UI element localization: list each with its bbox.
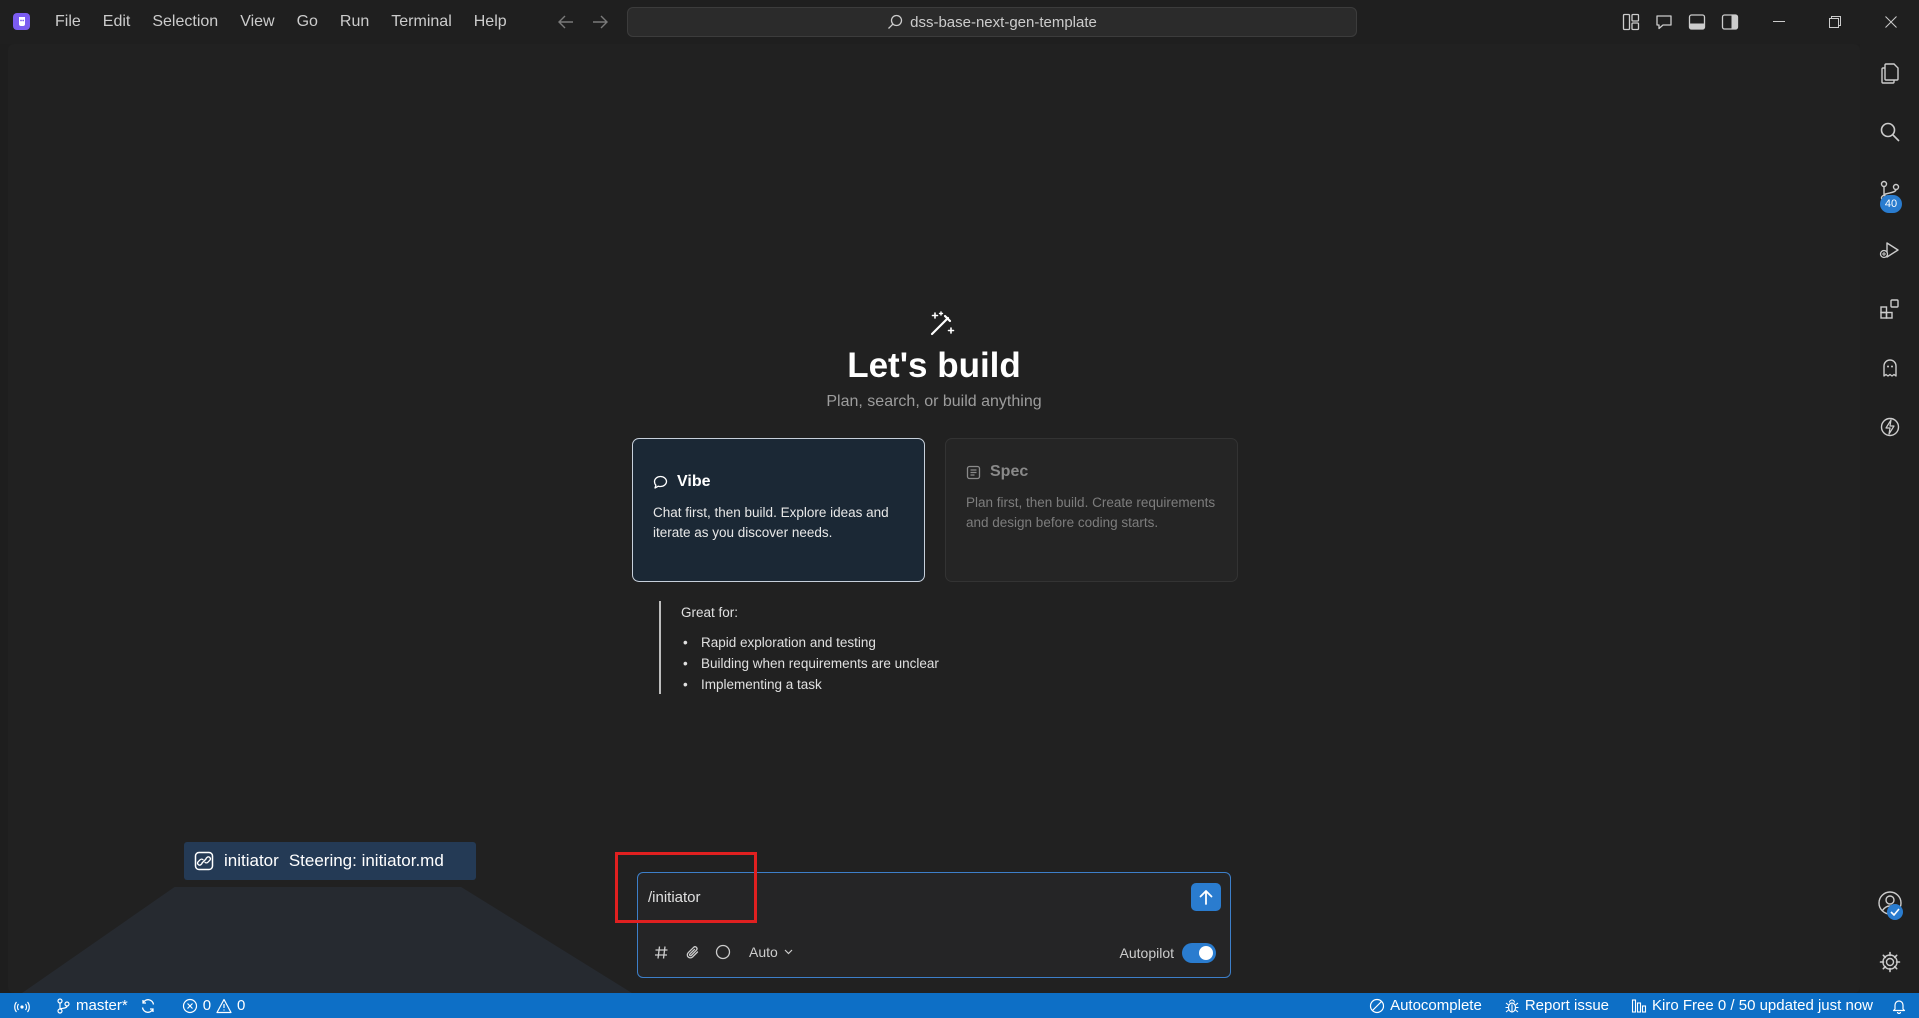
customize-layout-icon[interactable] bbox=[1620, 11, 1642, 33]
menu-terminal[interactable]: Terminal bbox=[380, 7, 462, 37]
branch-status[interactable]: master* bbox=[50, 993, 134, 1018]
vibe-card-header: Vibe bbox=[653, 473, 904, 491]
vibe-card-description: Chat first, then build. Explore ideas an… bbox=[653, 505, 889, 540]
error-icon bbox=[182, 998, 198, 1014]
spec-card-description: Plan first, then build. Create requireme… bbox=[966, 495, 1216, 530]
chevron-down-icon bbox=[784, 949, 793, 955]
status-bar-left: master* 0 0 bbox=[8, 993, 251, 1018]
search-icon bbox=[887, 14, 903, 30]
error-count: 0 bbox=[202, 997, 212, 1014]
chat-toolbar: Auto bbox=[652, 943, 793, 961]
toggle-panel-icon[interactable] bbox=[1686, 11, 1708, 33]
spec-card-header: Spec bbox=[966, 463, 1217, 481]
activity-bar bbox=[1860, 44, 1919, 993]
autopilot-label: Autopilot bbox=[1119, 945, 1174, 961]
list-item: Rapid exploration and testing bbox=[681, 632, 939, 653]
attachment-icon[interactable] bbox=[683, 943, 701, 961]
list-item: Implementing a task bbox=[681, 674, 939, 695]
magic-wand-icon bbox=[927, 309, 957, 339]
steering-suggestion-item[interactable]: initiator Steering: initiator.md bbox=[184, 842, 476, 880]
great-for-title: Great for: bbox=[681, 605, 739, 620]
report-issue-label: Report issue bbox=[1524, 997, 1610, 1014]
chat-bubble-icon bbox=[653, 475, 668, 490]
source-control-badge: 40 bbox=[1880, 195, 1902, 213]
menu-view[interactable]: View bbox=[229, 7, 285, 37]
workspace-name: dss-base-next-gen-template bbox=[910, 13, 1097, 31]
plan-usage-status[interactable]: Kiro Free 0 / 50 updated just now bbox=[1625, 993, 1879, 1018]
status-bar: master* 0 0 Autocomplete Report issue Ki… bbox=[0, 993, 1919, 1018]
notifications-bell-icon[interactable] bbox=[1885, 993, 1913, 1018]
command-center[interactable]: dss-base-next-gen-template bbox=[627, 7, 1357, 37]
run-debug-icon[interactable] bbox=[1877, 237, 1903, 263]
branch-name: master* bbox=[76, 997, 128, 1014]
plan-usage-label: Kiro Free 0 / 50 updated just now bbox=[1652, 997, 1873, 1014]
autopilot-toggle[interactable] bbox=[1182, 943, 1216, 963]
great-for-section: Great for: Rapid exploration and testing… bbox=[659, 601, 939, 695]
autocomplete-label: Autocomplete bbox=[1390, 997, 1482, 1014]
report-issue-button[interactable]: Report issue bbox=[1498, 993, 1615, 1018]
warning-icon bbox=[216, 998, 232, 1014]
usage-bars-icon bbox=[1631, 998, 1647, 1014]
menu-go[interactable]: Go bbox=[286, 7, 329, 37]
menu-help[interactable]: Help bbox=[463, 7, 518, 37]
circle-status-icon[interactable] bbox=[714, 943, 732, 961]
git-branch-icon bbox=[56, 997, 71, 1014]
menu-selection[interactable]: Selection bbox=[141, 7, 229, 37]
autocomplete-status[interactable]: Autocomplete bbox=[1363, 993, 1488, 1018]
menu-edit[interactable]: Edit bbox=[92, 7, 142, 37]
remote-icon[interactable] bbox=[8, 993, 36, 1018]
minimize-icon[interactable] bbox=[1751, 0, 1807, 44]
toggle-secondary-sidebar-icon[interactable] bbox=[1719, 11, 1741, 33]
layout-controls bbox=[1620, 11, 1741, 33]
send-button[interactable] bbox=[1191, 883, 1221, 911]
autocomplete-disabled-icon bbox=[1369, 998, 1385, 1014]
chat-toggle-icon[interactable] bbox=[1653, 11, 1675, 33]
explorer-icon[interactable] bbox=[1877, 60, 1903, 86]
vibe-card-title: Vibe bbox=[677, 473, 711, 490]
back-arrow-icon[interactable] bbox=[556, 11, 576, 33]
spec-card-title: Spec bbox=[990, 463, 1029, 480]
bug-icon bbox=[1504, 998, 1520, 1014]
forward-arrow-icon[interactable] bbox=[590, 11, 610, 33]
warning-count: 0 bbox=[237, 997, 246, 1014]
suggestion-name: initiator bbox=[224, 851, 279, 870]
menu-bar: File Edit Selection View Go Run Terminal… bbox=[44, 0, 518, 44]
problems-status[interactable]: 0 0 bbox=[176, 993, 252, 1018]
hashtag-context-icon[interactable] bbox=[652, 943, 670, 961]
extensions-icon[interactable] bbox=[1877, 296, 1903, 322]
menu-file[interactable]: File bbox=[44, 7, 92, 37]
sync-icon[interactable] bbox=[134, 993, 162, 1018]
menu-run[interactable]: Run bbox=[329, 7, 380, 37]
steering-icon bbox=[194, 851, 214, 871]
model-selector[interactable]: Auto bbox=[749, 944, 793, 960]
annotation-highlight-box bbox=[615, 852, 757, 923]
list-item: Building when requirements are unclear bbox=[681, 653, 939, 674]
kiro-ghost-icon[interactable] bbox=[1877, 355, 1903, 381]
account-verified-icon bbox=[1887, 904, 1903, 920]
great-for-list: Rapid exploration and testing Building w… bbox=[681, 632, 939, 695]
page-subtitle: Plan, search, or build anything bbox=[826, 393, 1042, 410]
title-bar: File Edit Selection View Go Run Terminal… bbox=[0, 0, 1919, 44]
window-controls bbox=[1751, 0, 1919, 44]
search-icon[interactable] bbox=[1877, 119, 1903, 145]
model-selected-value: Auto bbox=[749, 944, 778, 960]
page-title: Let's build bbox=[847, 346, 1021, 385]
settings-gear-icon[interactable] bbox=[1877, 949, 1903, 975]
autopilot-control: Autopilot bbox=[1120, 943, 1216, 963]
powers-icon[interactable] bbox=[1877, 414, 1903, 440]
vibe-mode-card[interactable]: Vibe Chat first, then build. Explore ide… bbox=[632, 438, 925, 582]
document-icon bbox=[966, 465, 981, 480]
restore-icon[interactable] bbox=[1807, 0, 1863, 44]
app-logo-icon bbox=[13, 13, 30, 30]
close-icon[interactable] bbox=[1863, 0, 1919, 44]
toggle-knob bbox=[1199, 946, 1213, 960]
navigation-arrows bbox=[556, 11, 610, 33]
status-bar-right: Autocomplete Report issue Kiro Free 0 / … bbox=[1363, 993, 1919, 1018]
spec-mode-card[interactable]: Spec Plan first, then build. Create requ… bbox=[945, 438, 1238, 582]
suggestion-description: Steering: initiator.md bbox=[288, 851, 444, 870]
